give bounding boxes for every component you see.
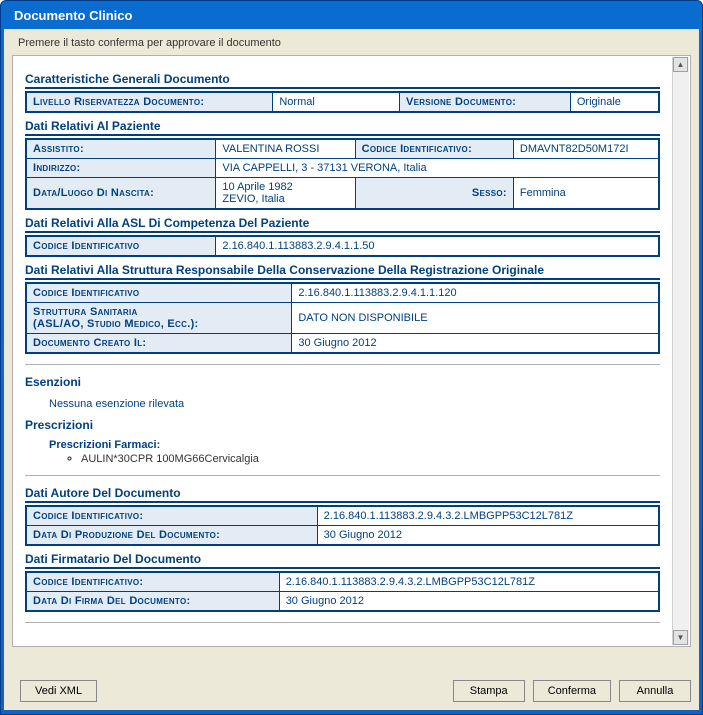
- label-data-produzione: Data Di Produzione Del Documento:: [26, 526, 317, 546]
- value-nascita-data: 10 Aprile 1982: [222, 181, 292, 193]
- table-autore: Codice Identificativo: 2.16.840.1.113883…: [25, 505, 660, 546]
- label-codice-autore: Codice Identificativo:: [26, 506, 317, 526]
- prescrizioni-farmaci-label: Prescrizioni Farmaci:: [49, 439, 660, 451]
- section-firmatario-title: Dati Firmatario Del Documento: [25, 552, 660, 569]
- value-assistito: VALENTINA ROSSI: [216, 139, 355, 159]
- value-codice-asl: 2.16.840.1.113883.2.9.4.1.1.50: [216, 236, 659, 256]
- section-struttura-title: Dati Relativi Alla Struttura Responsabil…: [25, 263, 660, 280]
- value-nascita-luogo: ZEVIO, Italia: [222, 193, 284, 205]
- label-codice-asl: Codice Identificativo: [26, 236, 216, 256]
- label-indirizzo: Indirizzo:: [26, 159, 216, 178]
- list-item: AULIN*30CPR 100MG66Cervicalgia: [81, 453, 660, 465]
- label-versione: Versione Documento:: [399, 92, 570, 112]
- value-sesso: Femmina: [513, 178, 659, 210]
- table-firmatario: Codice Identificativo: 2.16.840.1.113883…: [25, 571, 660, 612]
- document-scroll-area: Caratteristiche Generali Documento Livel…: [12, 55, 691, 647]
- app-window: Documento Clinico Premere il tasto confe…: [0, 0, 703, 715]
- divider: [25, 622, 660, 623]
- vertical-scrollbar[interactable]: ▲ ▼: [672, 57, 689, 645]
- divider: [25, 364, 660, 365]
- label-sesso: Sesso:: [355, 178, 513, 210]
- annulla-button[interactable]: Annulla: [619, 680, 691, 702]
- value-versione: Originale: [570, 92, 659, 112]
- label-codice-paziente: Codice Identificativo:: [355, 139, 513, 159]
- prescrizioni-list: AULIN*30CPR 100MG66Cervicalgia: [81, 453, 660, 465]
- value-codice-paziente: DMAVNT82D50M172I: [513, 139, 659, 159]
- value-data-produzione: 30 Giugno 2012: [317, 526, 659, 546]
- value-data-firma: 30 Giugno 2012: [279, 592, 659, 612]
- label-data-firma: Data Di Firma Del Documento:: [26, 592, 279, 612]
- scroll-up-icon[interactable]: ▲: [673, 57, 688, 72]
- value-livello-riservatezza: Normal: [273, 92, 400, 112]
- label-nascita: Data/Luogo Di Nascita:: [26, 178, 216, 210]
- section-paziente-title: Dati Relativi Al Paziente: [25, 119, 660, 136]
- divider: [25, 475, 660, 476]
- value-indirizzo: VIA CAPPELLI, 3 - 37131 VERONA, Italia: [216, 159, 659, 178]
- scroll-down-icon[interactable]: ▼: [673, 630, 688, 645]
- section-esenzioni-title: Esenzioni: [25, 375, 660, 390]
- label-codice-struttura: Codice Identificativo: [26, 283, 292, 303]
- table-paziente: Assistito: VALENTINA ROSSI Codice Identi…: [25, 138, 660, 210]
- esenzioni-text: Nessuna esenzione rilevata: [49, 398, 660, 410]
- label-assistito: Assistito:: [26, 139, 216, 159]
- client-area: Premere il tasto conferma per approvare …: [4, 29, 699, 710]
- value-creato: 30 Giugno 2012: [292, 334, 659, 354]
- value-codice-autore: 2.16.840.1.113883.2.9.4.3.2.LMBGPP53C12L…: [317, 506, 659, 526]
- table-caratteristiche: Livello Riservatezza Documento: Normal V…: [25, 91, 660, 113]
- table-struttura: Codice Identificativo 2.16.840.1.113883.…: [25, 282, 660, 354]
- value-nascita: 10 Aprile 1982 ZEVIO, Italia: [216, 178, 355, 210]
- value-codice-struttura: 2.16.840.1.113883.2.9.4.1.1.120: [292, 283, 659, 303]
- value-codice-firmatario: 2.16.840.1.113883.2.9.4.3.2.LMBGPP53C12L…: [279, 572, 659, 592]
- instruction-text: Premere il tasto conferma per approvare …: [12, 35, 691, 55]
- window-title: Documento Clinico: [4, 4, 699, 29]
- value-struttura-sanitaria: DATO NON DISPONIBILE: [292, 303, 659, 334]
- section-asl-title: Dati Relativi Alla ASL Di Competenza Del…: [25, 216, 660, 233]
- footer-buttons: Vedi XML Stampa Conferma Annulla: [12, 680, 691, 702]
- label-codice-firmatario: Codice Identificativo:: [26, 572, 279, 592]
- label-creato: Documento Creato Il:: [26, 334, 292, 354]
- label-livello-riservatezza: Livello Riservatezza Documento:: [26, 92, 273, 112]
- section-caratteristiche-title: Caratteristiche Generali Documento: [25, 72, 660, 89]
- label-struttura-sanitaria: Struttura Sanitaria (ASL/AO, Studio Medi…: [26, 303, 292, 334]
- section-autore-title: Dati Autore Del Documento: [25, 486, 660, 503]
- vedi-xml-button[interactable]: Vedi XML: [20, 680, 97, 702]
- table-asl: Codice Identificativo 2.16.840.1.113883.…: [25, 235, 660, 257]
- stampa-button[interactable]: Stampa: [453, 680, 525, 702]
- section-prescrizioni-title: Prescrizioni: [25, 418, 660, 433]
- conferma-button[interactable]: Conferma: [533, 680, 611, 702]
